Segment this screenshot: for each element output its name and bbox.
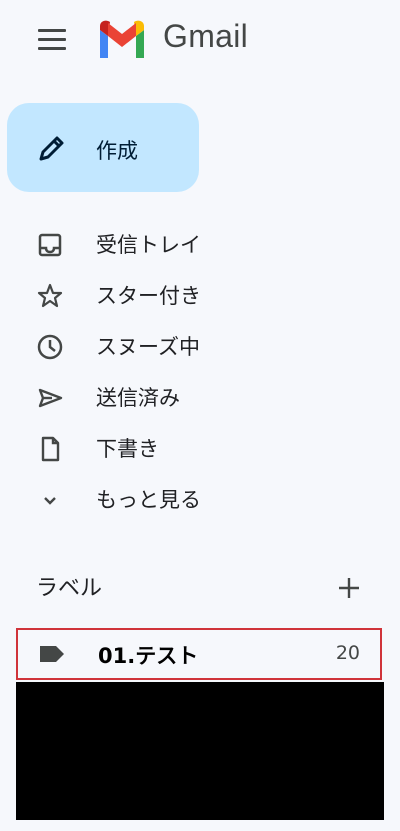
nav-item-label: 送信済み [96, 386, 180, 410]
inbox-icon [38, 233, 62, 257]
nav-item-starred[interactable]: スター付き [0, 270, 400, 320]
add-label-button[interactable] [335, 574, 363, 602]
gmail-logo-icon[interactable] [96, 20, 148, 60]
app-brand: Gmail [163, 18, 249, 54]
nav-item-label: スター付き [96, 284, 201, 308]
label-unread-count: 20 [335, 642, 360, 664]
nav-item-snoozed[interactable]: スヌーズ中 [0, 321, 400, 371]
label-tag-icon [40, 646, 64, 662]
clock-icon [37, 334, 63, 360]
nav-item-label: スヌーズ中 [96, 335, 200, 359]
main-menu-button[interactable] [30, 22, 74, 58]
draft-icon [41, 436, 60, 462]
header: Gmail [0, 0, 400, 80]
chevron-down-icon [44, 497, 56, 505]
labels-heading: ラベル [36, 576, 103, 601]
compose-button[interactable]: 作成 [7, 103, 199, 192]
nav-item-sent[interactable]: 送信済み [0, 372, 400, 422]
label-item[interactable]: 01.テスト 20 [16, 628, 382, 680]
nav-item-more[interactable]: もっと見る [0, 474, 400, 524]
redacted-area [16, 682, 384, 820]
nav-item-inbox[interactable]: 受信トレイ [0, 219, 400, 269]
compose-label: 作成 [96, 139, 138, 163]
nav-item-drafts[interactable]: 下書き [0, 423, 400, 473]
star-icon [37, 283, 63, 308]
nav-item-label: 受信トレイ [96, 233, 201, 257]
label-name: 01.テスト [98, 644, 199, 668]
send-icon [38, 388, 63, 408]
nav-item-label: もっと見る [96, 488, 201, 512]
nav-item-label: 下書き [96, 437, 159, 461]
pencil-icon [39, 136, 64, 161]
